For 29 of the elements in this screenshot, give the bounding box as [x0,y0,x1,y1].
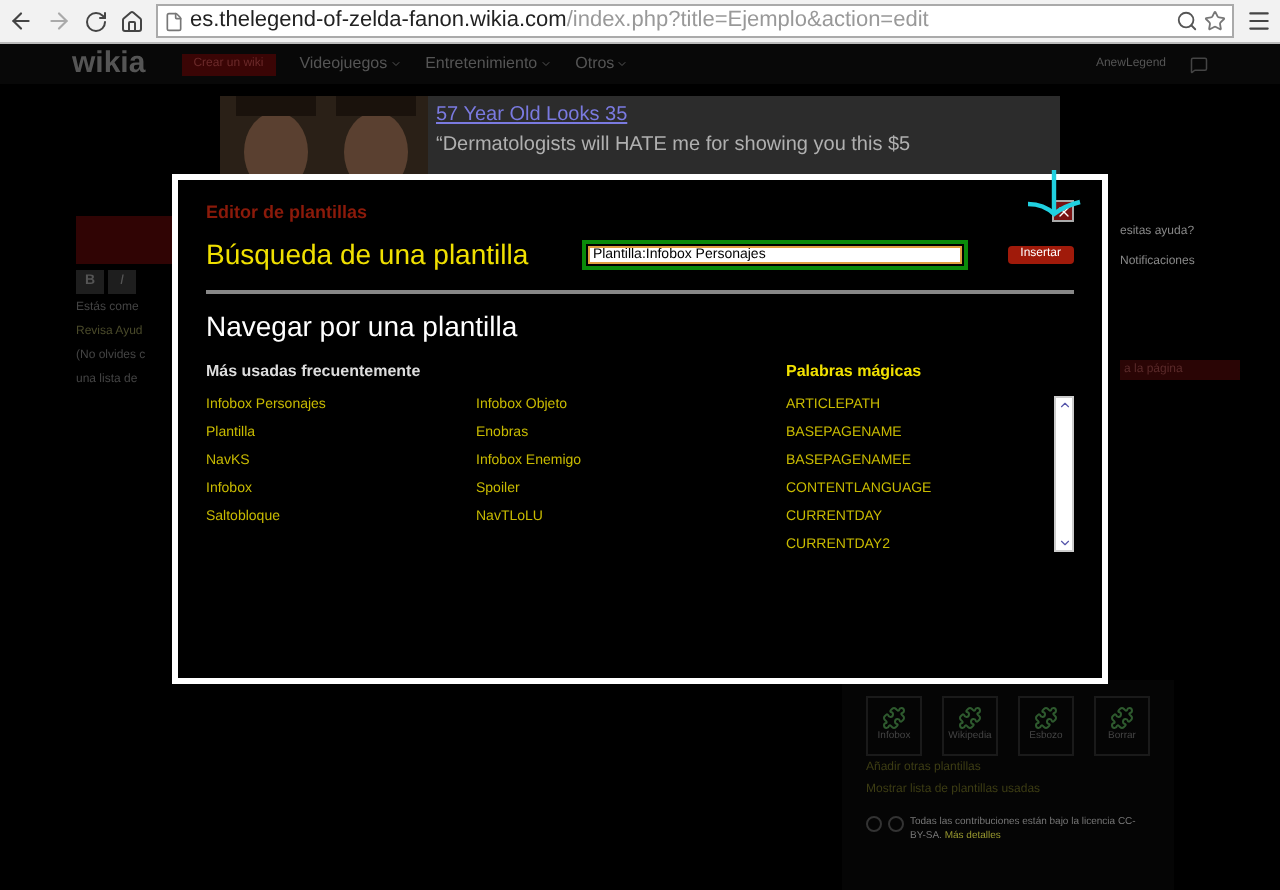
license-icon [866,816,882,832]
puzzle-icon [958,706,982,731]
puzzle-icon [882,706,906,731]
caret-icon [389,58,402,70]
search-icon[interactable] [1176,10,1198,32]
dialog-title: Editor de plantillas [206,200,368,226]
url-text: es.thelegend-of-zelda-fanon.wikia.com/index.php?title=Ejemplo&action=edit [190,6,929,37]
section-title: Más usadas frecuentemente [206,359,423,383]
home-icon[interactable] [120,9,144,33]
ad-text: “Dermatologists will HATE me for showing you this $5 [436,132,913,160]
address-bar[interactable]: es.thelegend-of-zelda-fanon.wikia.com/index.php?title=Ejemplo&action=edit [156,4,1234,38]
scroll-down-icon[interactable] [1057,535,1071,549]
caret-icon [616,58,629,70]
scrollbar[interactable] [1054,395,1074,551]
menu-icon[interactable] [1246,8,1272,34]
reload-icon[interactable] [84,9,108,33]
browse-title: Navegar por una plantilla [206,307,520,346]
search-label: Búsqueda de una plantilla [206,235,531,274]
ad-headline[interactable]: 57 Year Old Looks 35 [436,100,1052,130]
puzzle-icon [1110,706,1134,731]
section-title: Palabras mágicas [786,359,924,383]
scroll-up-icon[interactable] [1057,397,1071,411]
star-icon[interactable] [1204,10,1226,32]
puzzle-icon [1034,706,1058,731]
close-icon [1055,203,1071,219]
caret-icon [539,58,552,70]
page-icon [164,11,184,31]
back-icon[interactable] [8,8,34,34]
cc-icon [888,816,904,832]
